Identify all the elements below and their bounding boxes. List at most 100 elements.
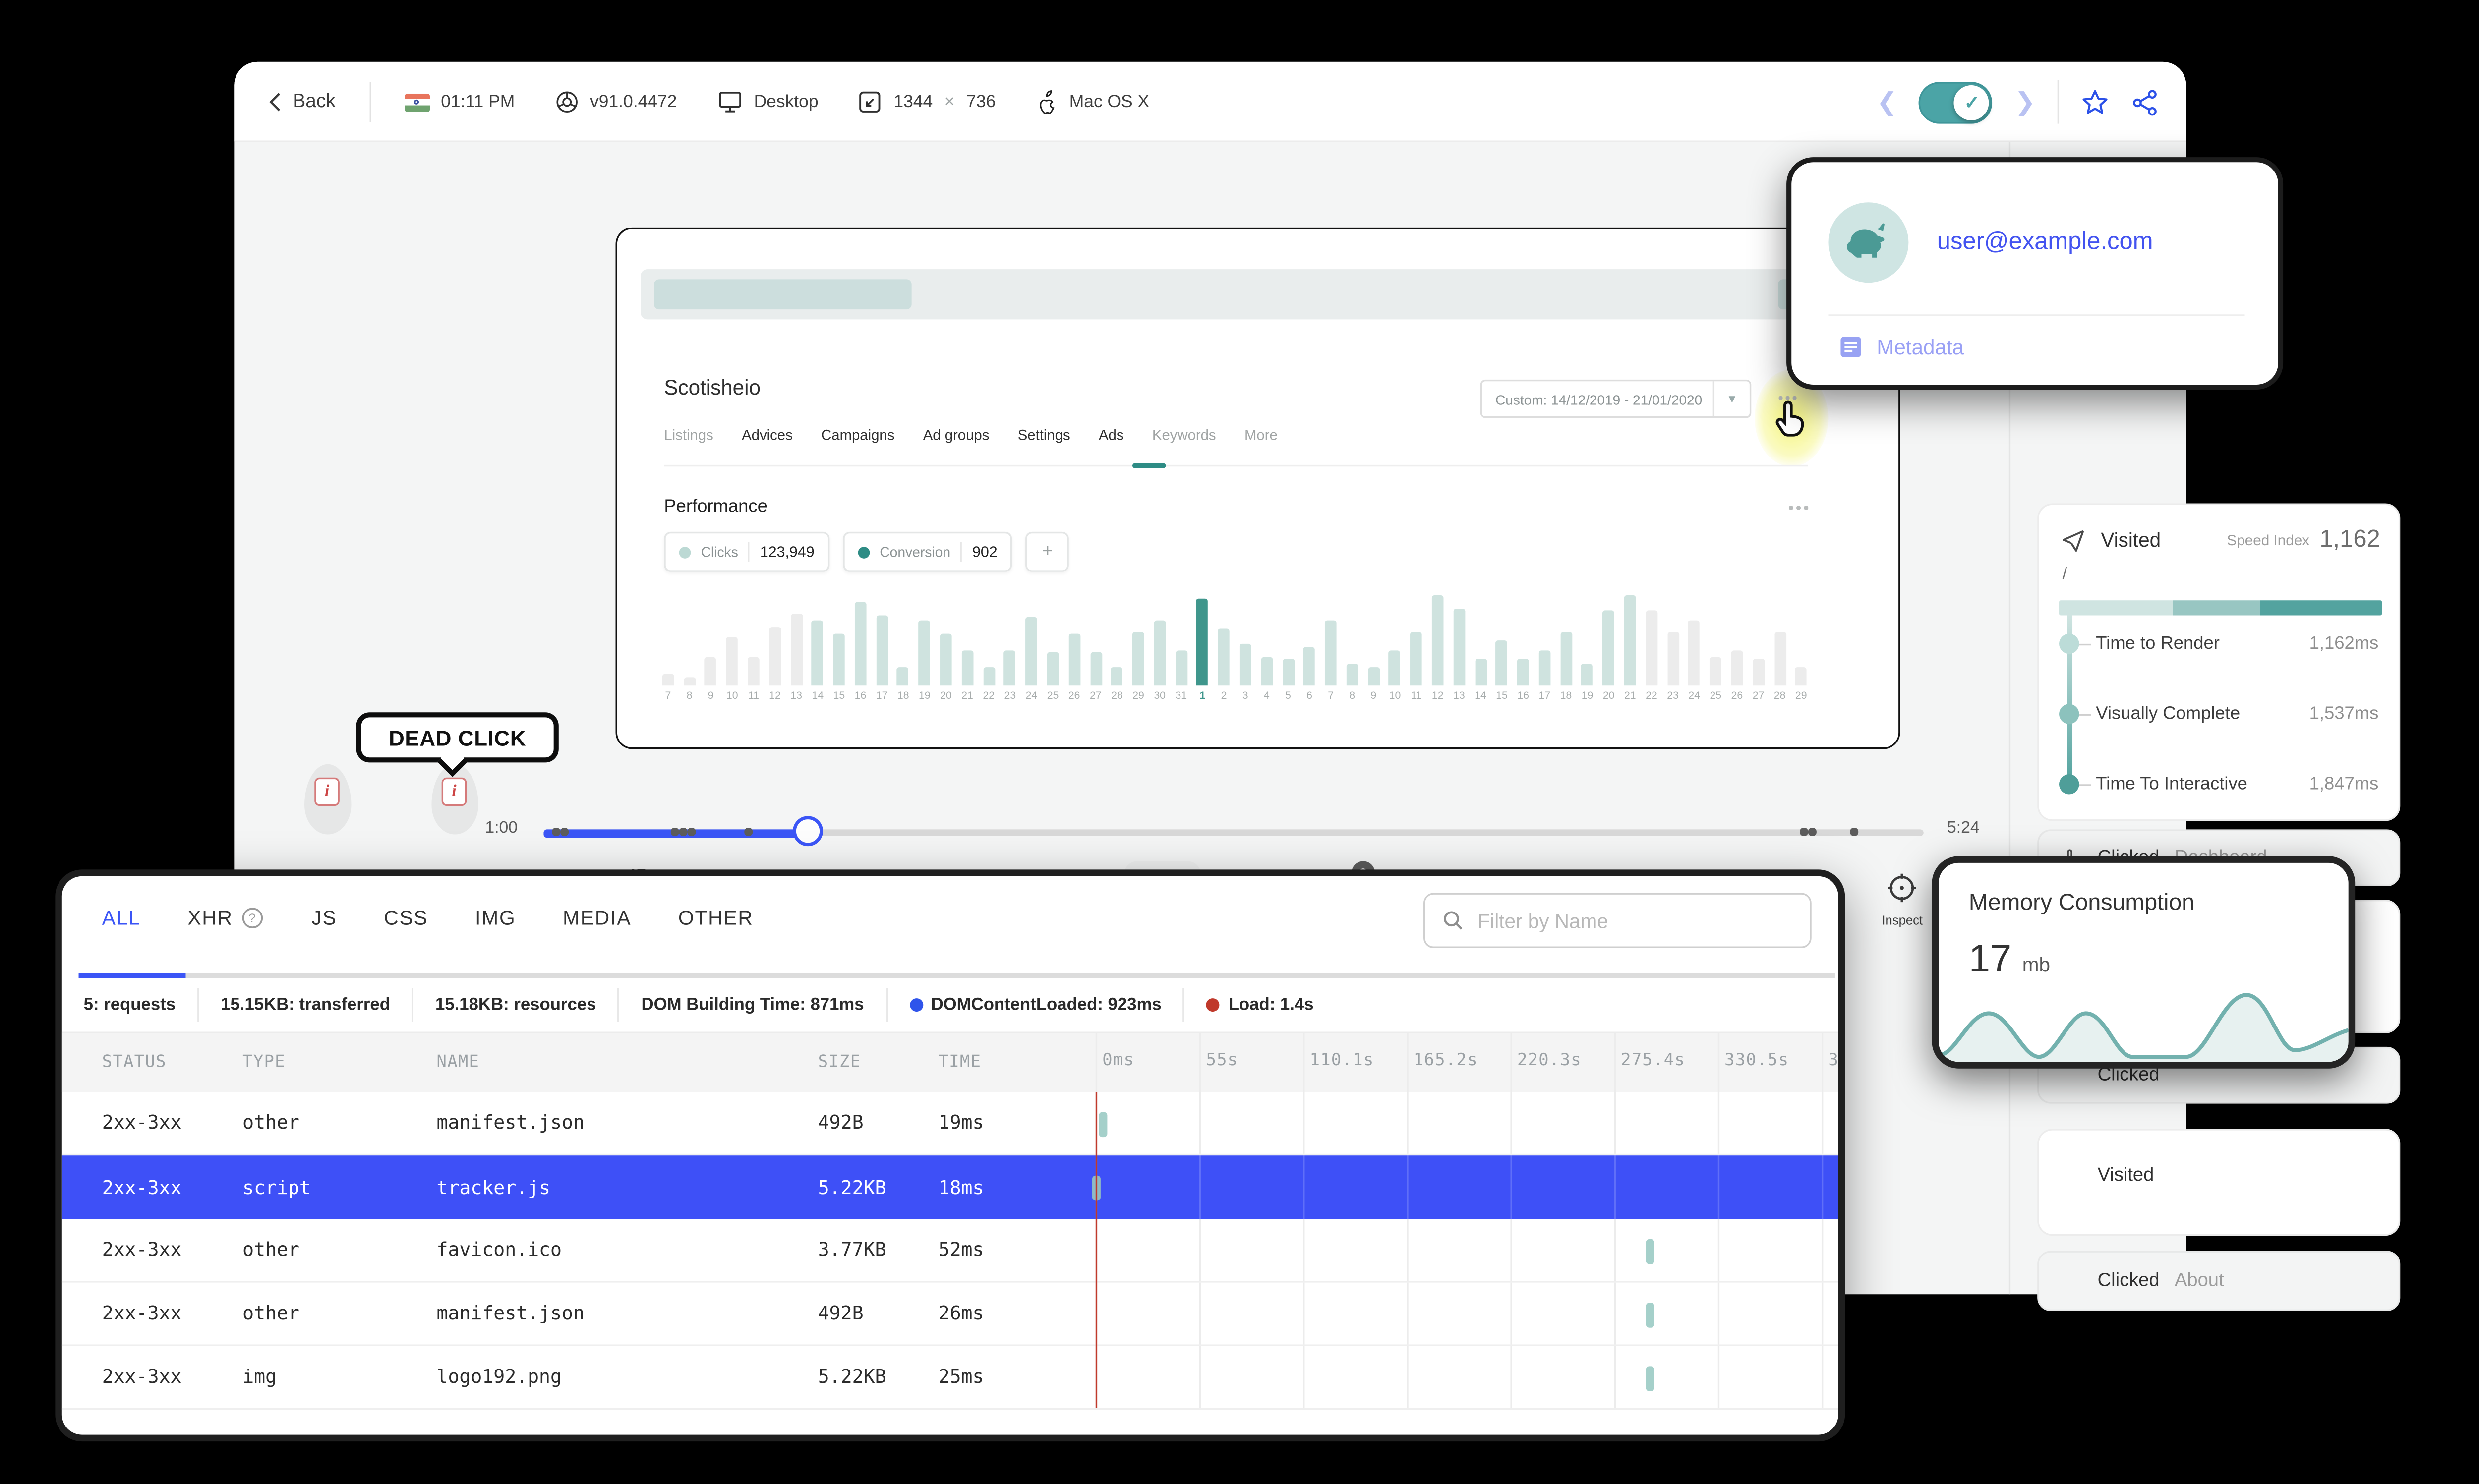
event-row-clicked-about[interactable]: Clicked About — [2037, 1251, 2401, 1311]
network-tab-all[interactable]: ALL — [102, 907, 141, 930]
summary-stat: Load: 1.4s — [1185, 988, 1335, 1022]
chart-bar — [1175, 649, 1187, 686]
chart-x-label: 11 — [1411, 690, 1422, 702]
page-header-skeleton — [641, 269, 1862, 320]
cell-time: 18ms — [938, 1176, 984, 1199]
page-tab-campaigns[interactable]: Campaigns — [821, 426, 894, 443]
cell-name: tracker.js — [436, 1176, 550, 1199]
network-tab-img[interactable]: IMG — [475, 907, 516, 930]
prev-session-button[interactable]: ❮ — [1877, 89, 1897, 114]
request-row-tracker.js[interactable]: 2xx-3xx script tracker.js 5.22KB 18ms — [61, 1155, 1838, 1219]
waterfall-gridline — [1407, 1155, 1409, 1219]
stat-text: DOM Building Time: 871ms — [641, 996, 864, 1015]
date-range-select[interactable]: Custom: 14/12/2019 - 21/01/2020 ▾ — [1480, 379, 1752, 418]
request-row-manifest.json[interactable]: 2xx-3xx other manifest.json 492B 19ms — [61, 1092, 1838, 1156]
page-tab-ads[interactable]: Ads — [1099, 426, 1124, 443]
cell-time: 26ms — [938, 1303, 984, 1324]
cell-status: 2xx-3xx — [102, 1112, 182, 1134]
column-header-name[interactable]: NAME — [437, 1053, 818, 1072]
next-session-button[interactable]: ❯ — [2014, 89, 2035, 114]
issue-marker-icon[interactable]: i — [314, 777, 340, 806]
chart-x-label: 12 — [769, 690, 781, 702]
stat-text: DOMContentLoaded: 923ms — [931, 996, 1162, 1015]
page-tab-ad-groups[interactable]: Ad groups — [923, 426, 990, 443]
metadata-button[interactable]: Metadata — [1838, 335, 1964, 360]
tab-label: JS — [311, 906, 337, 930]
filter-input[interactable] — [1477, 909, 1793, 932]
page-tab-listings[interactable]: Listings — [664, 426, 713, 443]
network-tab-other[interactable]: OTHER — [678, 907, 754, 930]
waterfall-gridline — [1717, 1346, 1720, 1408]
network-tab-xhr[interactable]: XHR? — [187, 907, 265, 930]
column-header-time[interactable]: TIME — [939, 1053, 1039, 1072]
cell-type: img — [242, 1366, 277, 1388]
network-tab-js[interactable]: JS — [312, 907, 337, 930]
event-type: Visited — [2097, 1165, 2154, 1186]
network-tab-css[interactable]: CSS — [384, 907, 428, 930]
cell-size: 492B — [818, 1303, 864, 1324]
event-row-visited[interactable]: Visited — [2037, 1129, 2401, 1236]
cell-size: 3.77KB — [818, 1239, 886, 1261]
waterfall-gridline — [1303, 1346, 1305, 1408]
more-menu-icon[interactable]: ••• — [1788, 500, 1811, 518]
metric-value: 902 — [972, 543, 998, 561]
chart-x-label: 28 — [1773, 690, 1786, 702]
stat-text: 15.15KB: transferred — [221, 996, 390, 1015]
chart-bar — [1710, 656, 1722, 686]
chart-bar — [1325, 621, 1337, 686]
chart-x-label: 18 — [1560, 690, 1572, 702]
autoplay-toggle[interactable]: ✓ — [1919, 81, 1993, 123]
metric-dot — [858, 546, 870, 558]
phase-value: 1,847ms — [2309, 774, 2379, 795]
event-dot — [670, 827, 679, 836]
cell-status: 2xx-3xx — [102, 1239, 182, 1261]
request-row-favicon.ico[interactable]: 2xx-3xx other favicon.ico 3.77KB 52ms — [61, 1219, 1838, 1283]
page-tab-settings[interactable]: Settings — [1018, 426, 1070, 443]
chart-x-label: 15 — [833, 690, 845, 702]
back-button[interactable]: Back — [268, 92, 336, 112]
waterfall-gridline — [1199, 1155, 1201, 1219]
chart-bar — [1303, 646, 1315, 686]
waterfall-gridline — [1303, 1033, 1305, 1092]
request-row-manifest.json[interactable]: 2xx-3xx other manifest.json 492B 26ms — [61, 1282, 1838, 1346]
timeline-scrubber-handle[interactable] — [793, 816, 823, 847]
waterfall-gridline — [1095, 1346, 1098, 1408]
india-flag-icon — [404, 93, 429, 112]
phase-value: 1,537ms — [2309, 704, 2379, 724]
chart-x-label: 13 — [790, 690, 802, 702]
visited-path: / — [2062, 565, 2067, 584]
summary-stat: DOMContentLoaded: 923ms — [887, 988, 1185, 1022]
visited-event-card[interactable]: Visited Speed Index 1,162 / Time to Rend… — [2037, 503, 2401, 821]
page-tab-more[interactable]: More — [1244, 426, 1278, 443]
waterfall-gridline — [1717, 1282, 1720, 1345]
user-email[interactable]: user@example.com — [1937, 229, 2153, 256]
column-header-status[interactable]: STATUS — [102, 1053, 242, 1072]
filter-field[interactable] — [1423, 893, 1812, 948]
metric-chip-clicks[interactable]: Clicks 123,949 — [664, 531, 829, 572]
inspect-button[interactable]: Inspect — [1882, 871, 1923, 928]
column-header-size[interactable]: SIZE — [818, 1053, 939, 1072]
chart-x-label: 14 — [1475, 690, 1486, 702]
page-tab-keywords[interactable]: Keywords — [1152, 426, 1216, 443]
network-tab-media[interactable]: MEDIA — [563, 907, 631, 930]
share-button[interactable] — [2131, 88, 2159, 116]
phase-label: Time To Interactive — [2096, 774, 2247, 795]
load-phase-segment — [2059, 600, 2172, 616]
waterfall-gridline — [1407, 1219, 1409, 1281]
favorite-star-button[interactable] — [2081, 88, 2109, 116]
metric-chip-conversion[interactable]: Conversion 902 — [842, 531, 1013, 572]
column-header-type[interactable]: TYPE — [242, 1053, 436, 1072]
summary-stat: 5: requests — [62, 988, 199, 1022]
timeline-total-time: 5:24 — [1947, 819, 1980, 838]
chart-bar — [1239, 644, 1251, 686]
chart-x-label: 10 — [1389, 690, 1401, 702]
request-row-logo192.png[interactable]: 2xx-3xx img logo192.png 5.22KB 25ms — [61, 1346, 1838, 1410]
add-metric-button[interactable]: + — [1026, 531, 1069, 572]
page-tab-advices[interactable]: Advices — [742, 426, 793, 443]
session-time: 01:11 PM — [441, 92, 515, 113]
chart-bar — [1196, 598, 1209, 686]
metadata-doc-icon — [1840, 337, 1861, 357]
issue-marker-icon[interactable]: i — [441, 777, 467, 806]
chart-x-label: 30 — [1154, 690, 1166, 702]
chart-bar — [1431, 595, 1444, 686]
